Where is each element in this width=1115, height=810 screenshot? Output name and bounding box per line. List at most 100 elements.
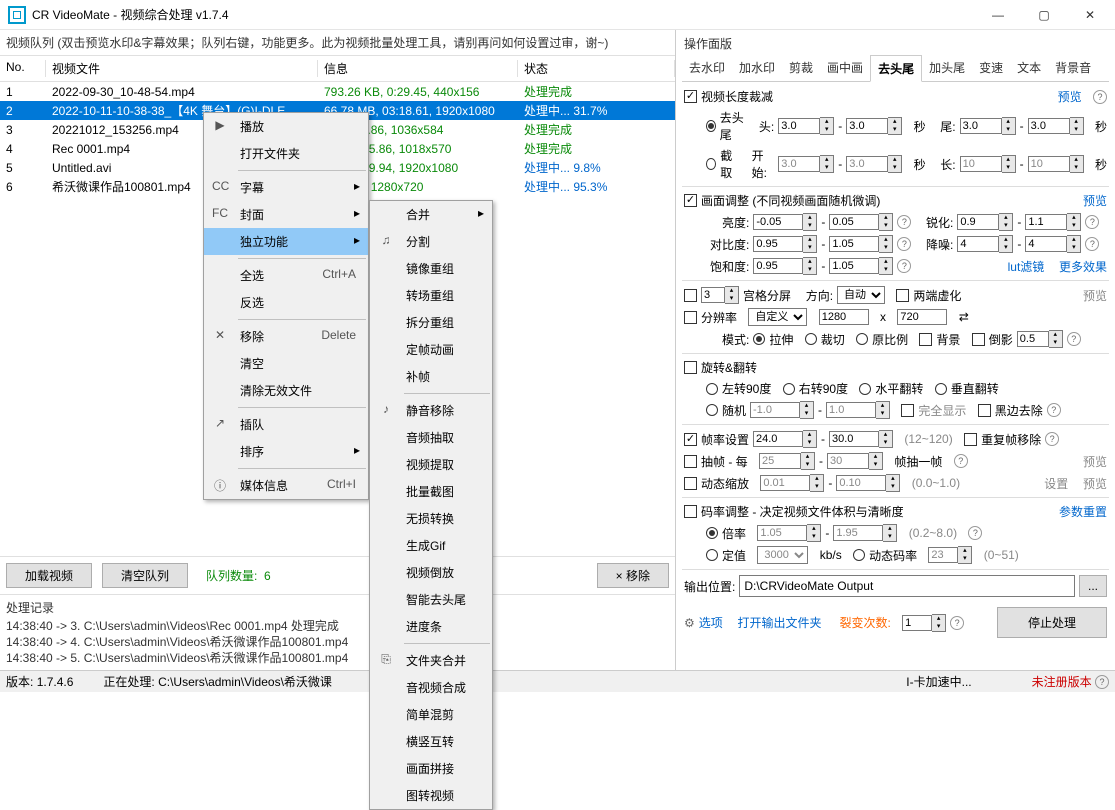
sharp2-input[interactable] [1025, 214, 1067, 230]
rand2-input[interactable] [826, 402, 876, 418]
rand1-input[interactable] [750, 402, 800, 418]
help-icon[interactable]: ? [897, 259, 911, 273]
grid-virt-checkbox[interactable] [896, 289, 909, 302]
menu-item[interactable]: 无损转换 [370, 505, 492, 532]
zoom-preview-link[interactable]: 预览 [1083, 475, 1107, 492]
s2-input[interactable] [846, 156, 888, 172]
help-icon[interactable]: ? [1085, 237, 1099, 251]
l1-input[interactable] [960, 156, 1002, 172]
col-file[interactable]: 视频文件 [46, 60, 318, 77]
sat1-input[interactable] [753, 258, 803, 274]
menu-item[interactable]: CC字幕▸ [204, 174, 368, 201]
menu-item[interactable]: 转场重组 [370, 282, 492, 309]
menu-item[interactable]: 补帧 [370, 363, 492, 390]
menu-item[interactable]: 打开文件夹 [204, 140, 368, 167]
context-submenu[interactable]: 合并▸♫分割镜像重组转场重组拆分重组定帧动画补帧♪静音移除音频抽取视频提取批量截… [369, 200, 493, 810]
menu-item[interactable]: 进度条 [370, 613, 492, 640]
dyn-radio[interactable] [853, 549, 865, 561]
split-input[interactable] [902, 615, 932, 631]
help-icon[interactable]: ? [968, 526, 982, 540]
frame-checkbox[interactable] [684, 455, 697, 468]
tab-6[interactable]: 变速 [972, 55, 1010, 81]
sharp1-input[interactable] [957, 214, 999, 230]
grid-checkbox[interactable] [684, 289, 697, 302]
bg-checkbox[interactable] [919, 333, 932, 346]
rate-checkbox[interactable] [684, 505, 697, 518]
orig-radio[interactable] [856, 333, 868, 345]
col-status[interactable]: 状态 [518, 60, 675, 77]
stretch-radio[interactable] [753, 333, 765, 345]
rotate-checkbox[interactable] [684, 361, 697, 374]
menu-item[interactable]: 排序▸ [204, 438, 368, 465]
adjust-checkbox[interactable] [684, 194, 697, 207]
tab-2[interactable]: 剪裁 [782, 55, 820, 81]
menu-item[interactable]: 横竖互转 [370, 728, 492, 755]
maximize-button[interactable]: ▢ [1021, 0, 1067, 30]
open-output-link[interactable]: 打开输出文件夹 [737, 614, 821, 631]
zoom-set-link[interactable]: 设置 [1044, 475, 1068, 492]
menu-item[interactable]: 音频抽取 [370, 424, 492, 451]
adj-preview-link[interactable]: 预览 [1083, 192, 1107, 209]
fixed-select[interactable]: 3000 [757, 546, 808, 564]
close-button[interactable]: ✕ [1067, 0, 1113, 30]
remove-button[interactable]: × 移除 [597, 563, 669, 588]
bright2-input[interactable] [829, 214, 879, 230]
mirror-v-input[interactable] [1017, 331, 1049, 347]
fps-checkbox[interactable] [684, 433, 697, 446]
menu-item[interactable]: 清除无效文件 [204, 377, 368, 404]
tab-1[interactable]: 加水印 [732, 55, 782, 81]
contrast2-input[interactable] [829, 236, 879, 252]
menu-item[interactable]: FC封面▸ [204, 201, 368, 228]
noise2-input[interactable] [1025, 236, 1067, 252]
zoom1-input[interactable] [760, 475, 810, 491]
crop-radio[interactable] [805, 333, 817, 345]
stop-button[interactable]: 停止处理 [997, 607, 1107, 638]
res-checkbox[interactable] [684, 311, 697, 324]
tab-8[interactable]: 背景音 [1048, 55, 1098, 81]
menu-item[interactable]: ▶播放 [204, 113, 368, 140]
menu-item[interactable]: ♫分割 [370, 228, 492, 255]
help-icon[interactable]: ? [1093, 90, 1107, 104]
minimize-button[interactable]: ― [975, 0, 1021, 30]
repeat-checkbox[interactable] [964, 433, 977, 446]
menu-item[interactable]: 图转视频 [370, 782, 492, 809]
help-icon[interactable]: ? [897, 215, 911, 229]
swap-icon[interactable]: ⇄ [959, 310, 969, 324]
res-w-input[interactable] [819, 309, 869, 325]
frame-preview-link[interactable]: 预览 [1083, 453, 1107, 470]
help-icon[interactable]: ? [897, 237, 911, 251]
res-h-input[interactable] [897, 309, 947, 325]
trim-checkbox[interactable] [684, 90, 697, 103]
menu-item[interactable]: ♪静音移除 [370, 397, 492, 424]
frame1-input[interactable] [759, 453, 801, 469]
menu-item[interactable]: 拆分重组 [370, 309, 492, 336]
s1-input[interactable] [778, 156, 820, 172]
menu-item[interactable]: 简单混剪 [370, 701, 492, 728]
dyn-input[interactable] [928, 547, 958, 563]
noise1-input[interactable] [957, 236, 999, 252]
menu-item[interactable]: 定帧动画 [370, 336, 492, 363]
trim-head-radio[interactable] [706, 120, 716, 132]
load-video-button[interactable]: 加载视频 [6, 563, 92, 588]
fixed-radio[interactable] [706, 549, 718, 561]
output-path-input[interactable] [739, 575, 1075, 597]
menu-item[interactable]: 全选Ctrl+A [204, 262, 368, 289]
tab-7[interactable]: 文本 [1010, 55, 1048, 81]
tab-5[interactable]: 加头尾 [922, 55, 972, 81]
col-no[interactable]: No. [0, 60, 46, 77]
fps1-input[interactable] [753, 431, 803, 447]
help-icon[interactable]: ? [1047, 403, 1061, 417]
trim-preview-link[interactable]: 预览 [1058, 88, 1082, 105]
menu-item[interactable]: ↗插队 [204, 411, 368, 438]
frame2-input[interactable] [827, 453, 869, 469]
help-icon[interactable]: ? [1095, 675, 1109, 689]
menu-item[interactable]: 反选 [204, 289, 368, 316]
tab-0[interactable]: 去水印 [682, 55, 732, 81]
head1-input[interactable] [778, 118, 820, 134]
ratio1-input[interactable] [757, 525, 807, 541]
menu-item[interactable]: 批量截图 [370, 478, 492, 505]
vflip-radio[interactable] [935, 383, 947, 395]
ratio2-input[interactable] [833, 525, 883, 541]
rand-radio[interactable] [706, 404, 718, 416]
menu-item[interactable]: 合并▸ [370, 201, 492, 228]
